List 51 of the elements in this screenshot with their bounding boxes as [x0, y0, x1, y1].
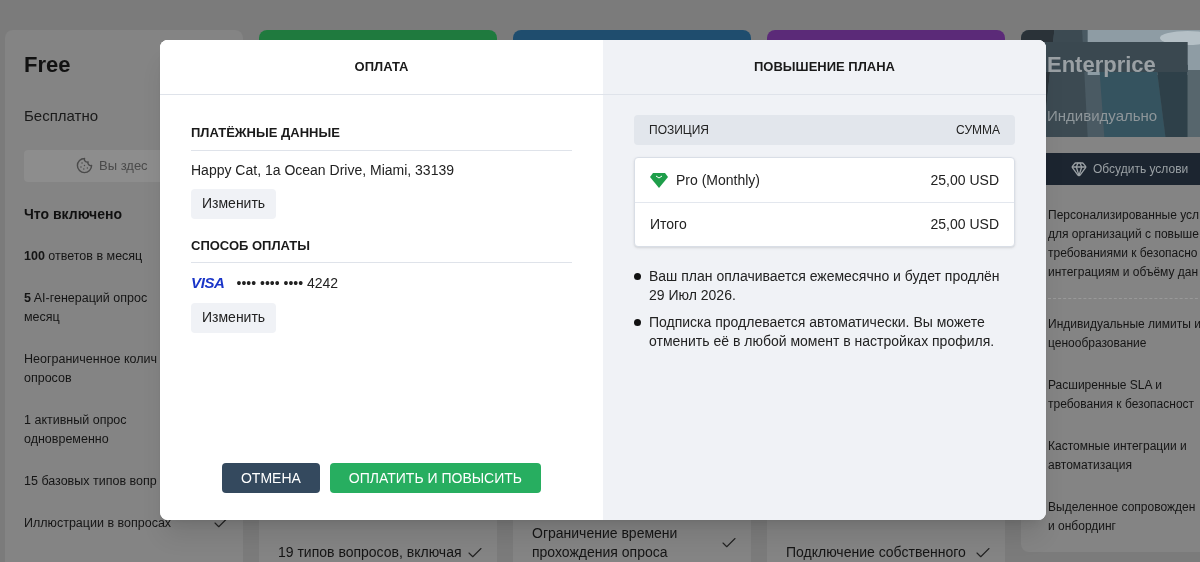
- feature-text: и онбординг: [1048, 518, 1117, 535]
- feature-text: Расширенные SLA и: [1048, 377, 1163, 394]
- feature-text: 19 типов вопросов, включая: [278, 543, 462, 562]
- column-heading: СУММА: [956, 122, 1000, 139]
- line-item-amount: 25,00 USD: [930, 215, 999, 234]
- feature-text: ценообразование: [1048, 335, 1148, 352]
- line-item-amount: 25,00 USD: [930, 170, 999, 190]
- edit-button[interactable]: Изменить: [191, 188, 277, 219]
- feature-text: требования к безопасност: [1048, 396, 1196, 413]
- feature-text: 1 активный опрос: [24, 411, 127, 429]
- feature-text: Иллюстрации в вопросах: [24, 514, 172, 532]
- cancel-button[interactable]: ОТМЕНА: [221, 463, 320, 493]
- feature-text: Подключение собственного: [786, 543, 966, 562]
- note-text: Подписка продлевается автоматически. Вы можете отменить её в любой момент в настройках профиля.: [649, 313, 996, 351]
- feature-text: Кастомные интеграции и: [1048, 438, 1188, 455]
- tab[interactable]: ОПЛАТА: [160, 40, 603, 95]
- gem-icon: [1071, 161, 1087, 177]
- tab[interactable]: ПОВЫШЕНИЕ ПЛАНА: [603, 40, 1046, 95]
- feature-text: Персонализированные усл: [1048, 207, 1200, 224]
- section-heading: ПЛАТЁЖНЫЕ ДАННЫЕ: [191, 123, 572, 151]
- feature-text: Ограничение времени: [532, 524, 678, 543]
- feature-text: месяц: [24, 308, 61, 326]
- feature-text: Неограниченное колич: [24, 350, 157, 368]
- bullet-icon: [634, 273, 641, 280]
- feature-text: требованиями к безопасно: [1048, 245, 1199, 262]
- feature-text: интеграциям и объёму дан: [1048, 264, 1200, 281]
- gem-icon: [650, 172, 668, 188]
- line-item-label: Итого: [650, 215, 687, 234]
- plan-price: Бесплатно: [24, 106, 100, 126]
- card-number: •••• •••• •••• 4242: [236, 273, 339, 293]
- feature-text: для организаций с повыше: [1048, 226, 1200, 243]
- feature-text: Индивидуальные лимиты и: [1048, 316, 1200, 333]
- plan-title: Enterprice: [1047, 51, 1157, 79]
- column-heading: ПОЗИЦИЯ: [649, 122, 709, 139]
- bullet-icon: [634, 319, 641, 326]
- cookie-icon: [76, 157, 93, 174]
- feature-text: опросов: [24, 369, 73, 387]
- feature-text: автоматизация: [1048, 457, 1133, 474]
- feature-text: 5 AI-генераций опрос: [24, 289, 148, 307]
- line-item-label: Pro (Monthly): [676, 170, 761, 190]
- plan-title: Free: [24, 51, 72, 79]
- note-text: Ваш план оплачивается ежемесячно и будет продлён 29 Июл 2026.: [649, 267, 1001, 305]
- feature-text: 15 базовых типов вопр: [24, 472, 157, 490]
- section-heading: СПОСОБ ОПЛАТЫ: [191, 235, 572, 263]
- plan-price: Индивидуально: [1047, 106, 1159, 126]
- feature-text: 100 ответов в месяц: [24, 247, 143, 265]
- feature-text: Выделенное сопровожден: [1048, 499, 1197, 516]
- edit-button[interactable]: Изменить: [191, 302, 277, 333]
- feature-text: прохождения опроса: [532, 543, 669, 562]
- card-brand: VISA: [191, 273, 225, 293]
- feature-text: одновременно: [24, 430, 110, 448]
